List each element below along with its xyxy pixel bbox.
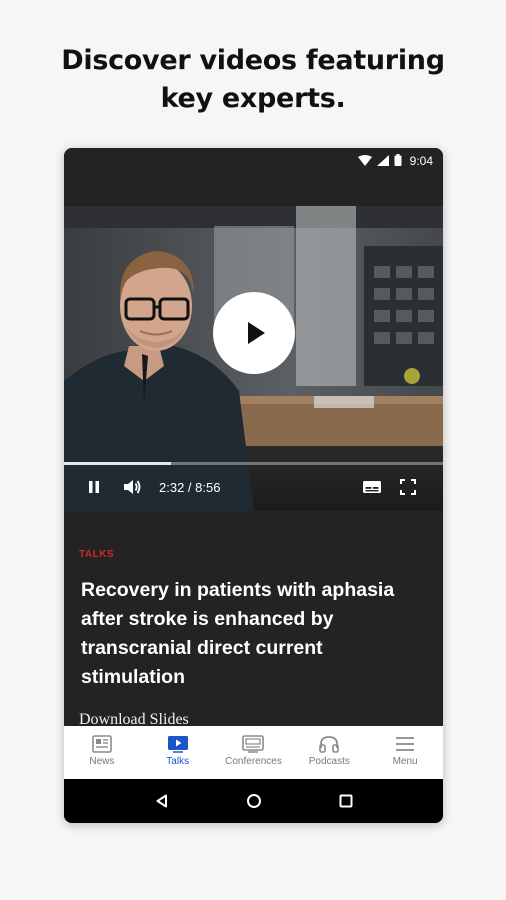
signal-icon: [376, 151, 389, 170]
volume-icon: [124, 480, 141, 494]
video-progress-fill: [64, 462, 172, 465]
talk-title: Recovery in patients with aphasia after …: [81, 579, 395, 688]
talks-icon: [167, 736, 188, 753]
video-time: 2:32 / 8:56: [159, 479, 221, 495]
recents-button[interactable]: [335, 790, 357, 812]
status-time: 9:04: [409, 153, 433, 168]
tab-conferences[interactable]: Conferences: [216, 726, 292, 779]
conferences-icon: [242, 735, 265, 753]
talk-details: TALKS Recovery in patients with aphasia …: [64, 511, 443, 728]
volume-button[interactable]: [122, 472, 142, 502]
video-player[interactable]: 2:32 / 8:56: [64, 206, 443, 511]
tab-talks[interactable]: Talks: [140, 726, 216, 779]
video-controls: 2:32 / 8:56: [64, 472, 443, 502]
captions-icon: [363, 481, 381, 493]
home-icon: [247, 794, 261, 808]
tab-news[interactable]: News: [64, 726, 140, 779]
hamburger-icon: [396, 737, 415, 751]
back-button[interactable]: [151, 790, 173, 812]
home-button[interactable]: [243, 790, 265, 812]
phone-frame: 9:04 2:32 / 8:56 TALKS Recovery in patie…: [64, 148, 443, 823]
back-icon: [156, 794, 167, 808]
category-tag[interactable]: TALKS: [79, 549, 114, 560]
wifi-icon: [357, 151, 372, 170]
tab-news-label: News: [89, 756, 115, 767]
battery-icon: [394, 151, 402, 170]
tab-menu[interactable]: Menu: [367, 726, 443, 779]
android-nav-bar: [64, 779, 443, 823]
tab-menu-label: Menu: [392, 756, 418, 767]
news-icon: [92, 735, 112, 753]
play-icon: [248, 322, 265, 344]
pause-icon: [89, 481, 99, 493]
recents-icon: [339, 794, 353, 808]
headline: Discover videos featuring key experts.: [0, 42, 506, 118]
tab-podcasts[interactable]: Podcasts: [291, 726, 367, 779]
headphones-icon: [319, 736, 340, 753]
tab-conferences-label: Conferences: [225, 756, 282, 767]
fullscreen-button[interactable]: [400, 472, 416, 502]
tab-talks-label: Talks: [166, 756, 190, 767]
play-button[interactable]: [213, 292, 295, 374]
status-bar: 9:04: [64, 148, 443, 168]
headline-line-1: Discover videos featuring: [61, 45, 445, 76]
bottom-tab-bar: News Talks Conferences Podcasts Menu: [64, 726, 443, 779]
fullscreen-icon: [400, 479, 416, 495]
tab-podcasts-label: Podcasts: [308, 756, 350, 767]
captions-button[interactable]: [362, 472, 382, 502]
video-progress-bar[interactable]: [64, 462, 443, 465]
headline-line-2: key experts.: [160, 83, 346, 114]
pause-button[interactable]: [86, 472, 102, 502]
